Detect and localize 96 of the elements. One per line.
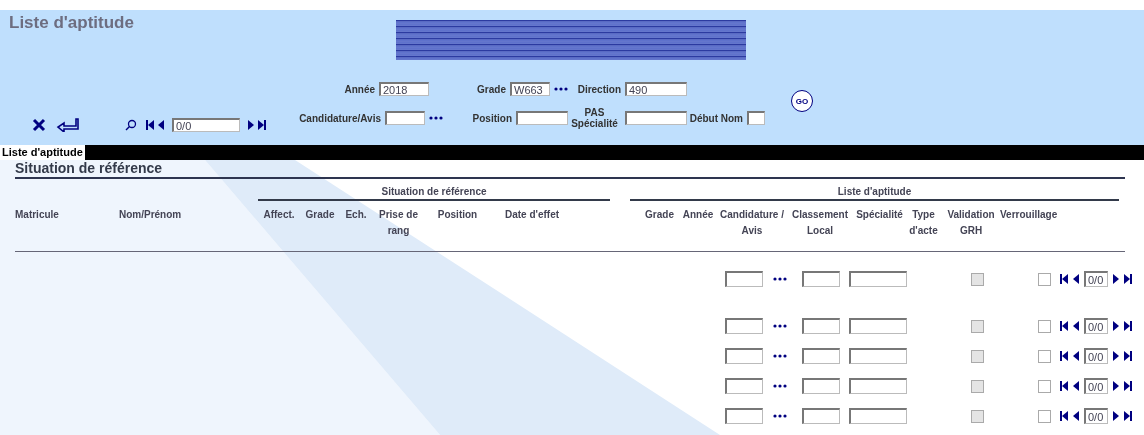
column-header: Classement Local bbox=[790, 208, 850, 238]
previous-icon[interactable] bbox=[1073, 274, 1079, 284]
input-field[interactable] bbox=[725, 318, 763, 334]
more-icon[interactable] bbox=[773, 354, 787, 358]
group-header: Liste d'aptitude bbox=[630, 186, 1119, 201]
field-label: Position bbox=[472, 112, 512, 124]
column-header: Grade bbox=[644, 208, 675, 222]
previous-icon[interactable] bbox=[1073, 411, 1079, 421]
first-page-icon[interactable] bbox=[1060, 321, 1068, 331]
next-icon[interactable] bbox=[1113, 351, 1119, 361]
column-header: Affect. bbox=[262, 208, 296, 222]
more-icon[interactable] bbox=[554, 87, 568, 91]
input-field[interactable] bbox=[747, 111, 765, 125]
previous-icon[interactable] bbox=[1073, 351, 1079, 361]
last-page-icon[interactable] bbox=[1124, 411, 1132, 421]
checkbox[interactable] bbox=[1038, 349, 1051, 363]
input-field[interactable] bbox=[849, 378, 907, 394]
next-icon[interactable] bbox=[1113, 411, 1119, 421]
checkbox[interactable] bbox=[1038, 319, 1051, 333]
field-label: Candidature/Avis bbox=[299, 112, 381, 124]
group-header: Situation de référence bbox=[258, 186, 610, 201]
input-field[interactable] bbox=[725, 348, 763, 364]
input-field[interactable]: 0/0 bbox=[1084, 348, 1108, 364]
previous-icon[interactable] bbox=[1073, 321, 1079, 331]
first-page-icon[interactable] bbox=[1060, 381, 1068, 391]
checkbox[interactable] bbox=[1038, 379, 1051, 393]
input-field[interactable] bbox=[802, 408, 840, 424]
input-field[interactable] bbox=[725, 408, 763, 424]
tab[interactable]: Liste d'aptitude bbox=[0, 145, 85, 160]
section-title: Situation de référence bbox=[15, 160, 1125, 179]
input-field[interactable] bbox=[625, 111, 687, 125]
more-icon[interactable] bbox=[773, 324, 787, 328]
input-field[interactable] bbox=[802, 271, 840, 287]
last-page-icon[interactable] bbox=[1124, 274, 1132, 284]
input-field[interactable] bbox=[802, 348, 840, 364]
input-field[interactable]: 0/0 bbox=[1084, 318, 1108, 334]
input-field[interactable] bbox=[725, 378, 763, 394]
column-header: Candidature / Avis bbox=[719, 208, 785, 238]
column-header: Prise de rang bbox=[378, 208, 419, 238]
column-header: Spécialité bbox=[855, 208, 904, 222]
return-arrow-icon[interactable] bbox=[56, 118, 80, 132]
input-field[interactable] bbox=[849, 318, 907, 334]
previous-icon[interactable] bbox=[1073, 381, 1079, 391]
column-header: Nom/Prénom bbox=[118, 208, 183, 222]
input-field[interactable] bbox=[516, 111, 568, 125]
input-field[interactable] bbox=[385, 111, 425, 125]
field-label: Direction bbox=[577, 83, 621, 95]
column-header: Validation GRH bbox=[946, 208, 996, 238]
next-icon[interactable] bbox=[1113, 321, 1119, 331]
column-header: Année bbox=[681, 208, 715, 222]
field-label: Grade bbox=[477, 83, 506, 95]
input-field[interactable]: 0/0 bbox=[1084, 378, 1108, 394]
first-page-icon[interactable] bbox=[1060, 351, 1068, 361]
close-icon[interactable] bbox=[32, 118, 46, 132]
input-field[interactable]: 490 bbox=[625, 82, 687, 96]
input-field[interactable] bbox=[849, 348, 907, 364]
first-page-icon[interactable] bbox=[146, 120, 154, 130]
more-icon[interactable] bbox=[429, 116, 443, 120]
next-icon[interactable] bbox=[1113, 381, 1119, 391]
last-page-icon[interactable] bbox=[1124, 351, 1132, 361]
column-header: Grade bbox=[304, 208, 336, 222]
column-header: Type d'acte bbox=[908, 208, 939, 238]
more-icon[interactable] bbox=[773, 414, 787, 418]
more-icon[interactable] bbox=[773, 384, 787, 388]
last-page-icon[interactable] bbox=[258, 120, 266, 130]
field-label: PAS Spécialité bbox=[570, 107, 619, 129]
previous-icon[interactable] bbox=[158, 120, 164, 130]
next-icon[interactable] bbox=[1113, 274, 1119, 284]
input-field[interactable]: 0/0 bbox=[1084, 271, 1108, 287]
column-header: Position bbox=[436, 208, 479, 222]
first-page-icon[interactable] bbox=[1060, 274, 1068, 284]
checkbox[interactable] bbox=[1038, 409, 1051, 423]
input-field[interactable] bbox=[802, 318, 840, 334]
last-page-icon[interactable] bbox=[1124, 321, 1132, 331]
column-header: Verrouillage bbox=[999, 208, 1059, 222]
input-field[interactable] bbox=[725, 271, 763, 287]
column-header: Matricule bbox=[15, 208, 60, 222]
column-header: Ech. bbox=[344, 208, 368, 222]
input-field[interactable]: 0/0 bbox=[1084, 408, 1108, 424]
last-page-icon[interactable] bbox=[1124, 381, 1132, 391]
first-page-icon[interactable] bbox=[1060, 411, 1068, 421]
window-title: Liste d'aptitude bbox=[9, 13, 135, 33]
input-field[interactable]: 2018 bbox=[379, 82, 429, 96]
field-label: Année bbox=[344, 83, 375, 95]
input-field[interactable] bbox=[802, 378, 840, 394]
go-button[interactable]: GO bbox=[791, 90, 813, 112]
more-icon[interactable] bbox=[773, 277, 787, 281]
field-label: Début Nom bbox=[689, 112, 743, 124]
search-icon[interactable] bbox=[125, 119, 137, 131]
input-field[interactable]: 0/0 bbox=[172, 118, 240, 132]
input-field[interactable] bbox=[849, 271, 907, 287]
column-header: Date d'effet bbox=[504, 208, 561, 222]
next-icon[interactable] bbox=[248, 120, 254, 130]
checkbox[interactable] bbox=[1038, 272, 1051, 286]
input-field[interactable] bbox=[849, 408, 907, 424]
input-field[interactable]: W663 bbox=[510, 82, 550, 96]
